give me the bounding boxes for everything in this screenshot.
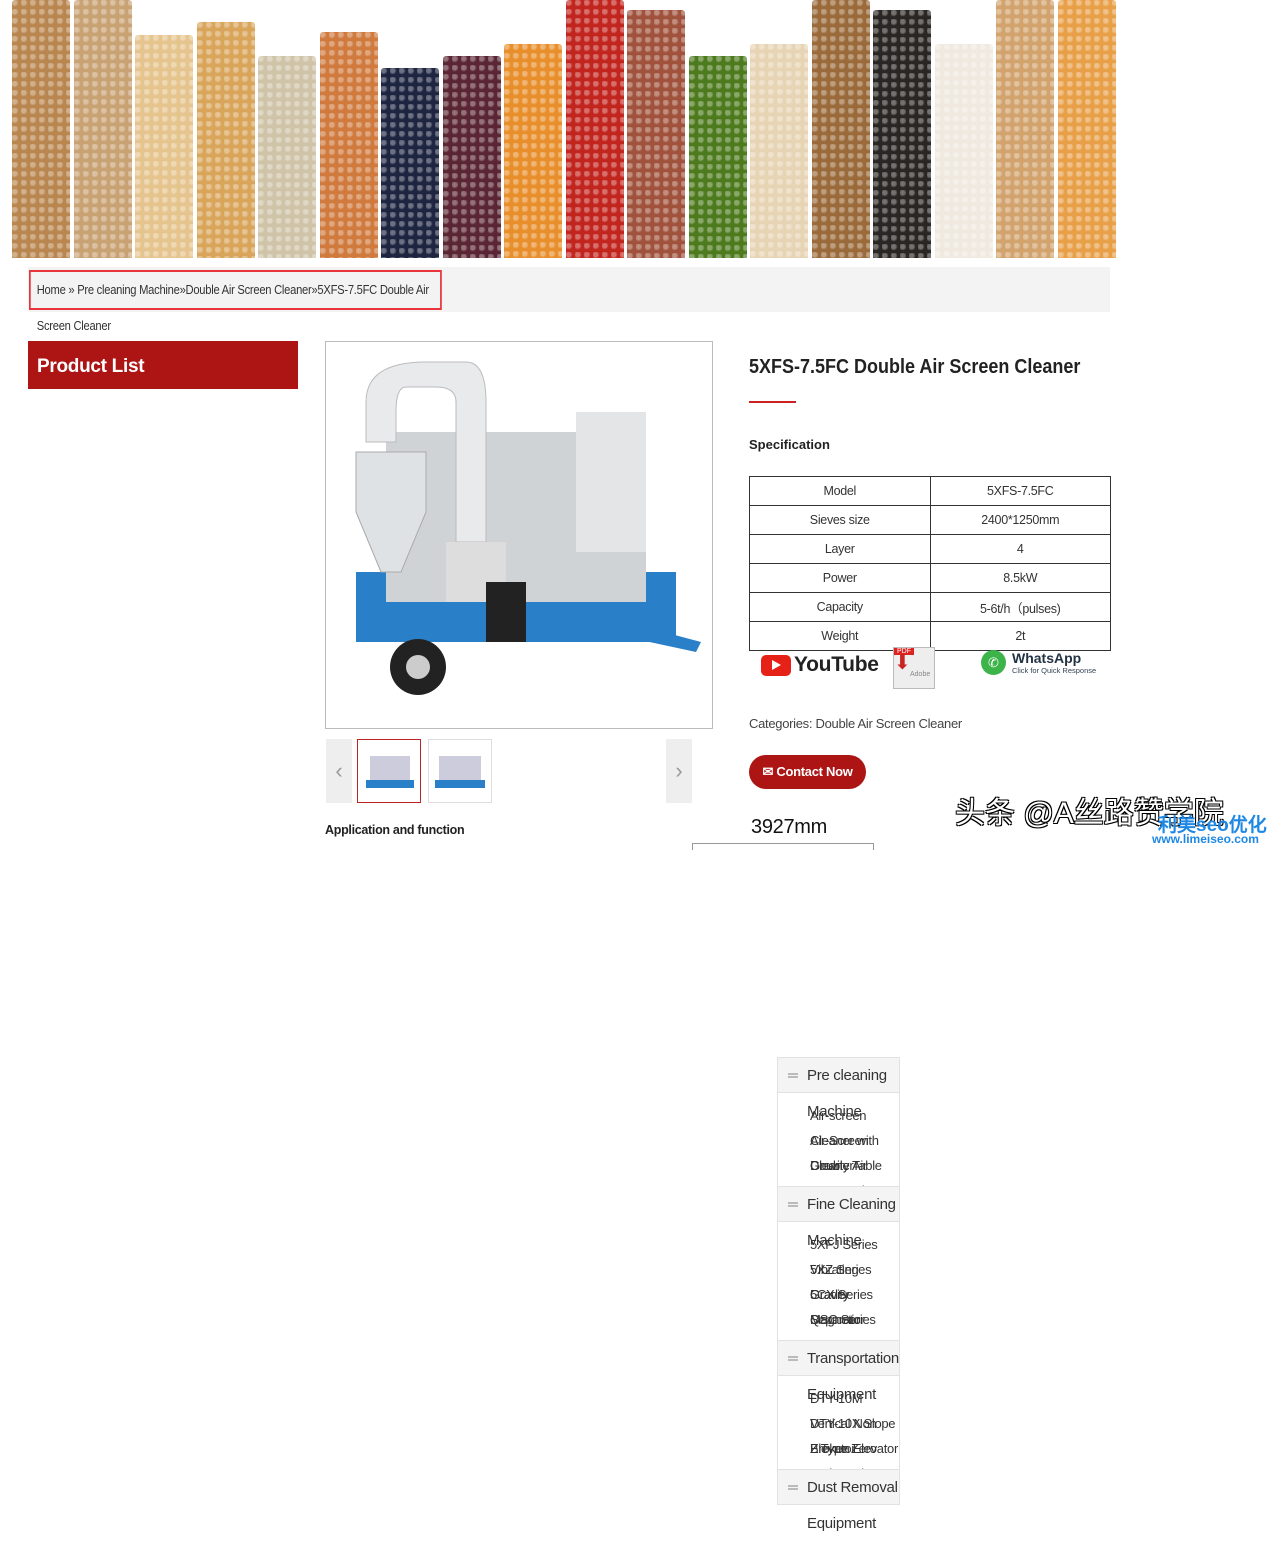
- spec-key: Power: [749, 563, 931, 593]
- sidebar-item[interactable]: Double Air Screen Cleaner: [810, 1153, 899, 1198]
- spec-row: Capacity 5-6t/h（pulses): [749, 592, 1111, 622]
- spec-key: Layer: [749, 534, 931, 564]
- envelope-icon: ✉: [762, 764, 777, 779]
- watermark-url: www.limeiseo.com: [1152, 832, 1259, 846]
- specification-label: Specification: [749, 437, 830, 452]
- grain-column: [196, 22, 255, 258]
- grain-column: [442, 56, 501, 258]
- gallery-next-button[interactable]: ›: [666, 739, 692, 803]
- grain-column: [258, 56, 316, 258]
- spec-row: Power 8.5kW: [749, 563, 1111, 593]
- grain-column: [12, 0, 70, 258]
- whatsapp-sublabel: Click for Quick Response: [1012, 666, 1097, 675]
- gallery-thumbnail[interactable]: [428, 739, 492, 803]
- grain-column: [627, 10, 685, 258]
- sidebar-category[interactable]: Transportation Equipment: [777, 1340, 900, 1403]
- grain-column: [73, 0, 132, 258]
- application-heading: Application and function: [325, 823, 465, 837]
- sidebar-item[interactable]: QSC Series Destoner: [810, 1307, 899, 1352]
- hero-banner-grains: [12, 0, 1122, 258]
- sidebar-category[interactable]: Pre cleaning Machine: [777, 1057, 900, 1120]
- spec-key: Model: [749, 476, 931, 506]
- whatsapp-link[interactable]: ✆ WhatsApp Click for Quick Response: [981, 650, 1096, 675]
- grain-column: [750, 44, 808, 258]
- breadcrumb-item[interactable]: Double Air Screen Cleaner: [186, 282, 312, 297]
- title-divider: [749, 401, 796, 403]
- grain-column: [688, 56, 747, 258]
- youtube-label: YouTube: [794, 653, 879, 676]
- grain-column: [319, 32, 378, 258]
- categories-label: Categories:: [749, 716, 816, 731]
- spec-row: Layer 4: [749, 534, 1111, 564]
- adobe-label: Adobe: [910, 671, 931, 678]
- gallery-thumbnail[interactable]: [357, 739, 421, 803]
- spec-key: Sieves size: [749, 505, 931, 535]
- spec-value: 8.5kW: [929, 563, 1111, 593]
- spec-value: 2t: [929, 621, 1111, 651]
- sidebar-item[interactable]: 5XZ Series Gravity Separator: [810, 1257, 899, 1327]
- sidebar-category[interactable]: Dust Removal Equipment: [777, 1469, 900, 1532]
- product-title: 5XFS-7.5FC Double Air Screen Cleaner: [749, 356, 1081, 378]
- breadcrumb-item[interactable]: Pre cleaning Machine: [77, 282, 180, 297]
- grain-column: [565, 0, 624, 258]
- sidebar-category[interactable]: Fine Cleaning Machine: [777, 1186, 900, 1249]
- grain-column: [381, 68, 439, 258]
- spec-value: 2400*1250mm: [929, 505, 1111, 535]
- whatsapp-icon: ✆: [981, 650, 1006, 675]
- spec-value: 4: [929, 534, 1111, 564]
- whatsapp-label: WhatsApp: [1012, 650, 1082, 666]
- product-main-image[interactable]: [325, 341, 713, 729]
- sidebar-item[interactable]: Air-Screen Cleaner: [810, 1128, 899, 1173]
- grain-column: [135, 35, 193, 258]
- spec-row: Model 5XFS-7.5FC: [749, 476, 1111, 506]
- machine-illustration: [355, 361, 701, 695]
- grain-column: [811, 0, 870, 258]
- breadcrumb-home[interactable]: Home: [37, 282, 66, 297]
- category-link[interactable]: Double Air Screen Cleaner: [816, 716, 963, 731]
- gallery-prev-button[interactable]: ‹: [326, 739, 352, 803]
- youtube-link[interactable]: YouTube: [761, 653, 879, 677]
- product-list-sidebar: Product List Pre cleaning MachineAir-scr…: [28, 341, 900, 1532]
- grain-column: [996, 0, 1054, 258]
- breadcrumb-separator: »: [65, 282, 78, 297]
- sidebar-item[interactable]: DTY-10X Slope Elevator: [810, 1411, 899, 1456]
- breadcrumb: Home » Pre cleaning Machine»Double Air S…: [29, 270, 442, 333]
- spec-row: Sieves size 2400*1250mm: [749, 505, 1111, 535]
- youtube-play-icon: [761, 654, 791, 676]
- dimension-label: 3927mm: [751, 816, 828, 838]
- spec-value: 5-6t/h（pulses): [929, 592, 1111, 622]
- spec-value: 5XFS-7.5FC: [929, 476, 1111, 506]
- spec-key: Capacity: [749, 592, 931, 622]
- grain-column: [934, 44, 993, 258]
- specification-table: Model 5XFS-7.5FC Sieves size 2400*1250mm Lay…: [749, 476, 1111, 651]
- grain-column: [873, 10, 931, 258]
- contact-now-label: Contact Now: [776, 764, 853, 779]
- sidebar-item[interactable]: 5CX Series Magnetic Separator: [810, 1282, 899, 1352]
- sidebar-title: Product List: [28, 341, 298, 389]
- product-categories: Categories: Double Air Screen Cleaner: [749, 716, 962, 731]
- pdf-download-icon[interactable]: PDF ⬇ Adobe: [893, 647, 935, 689]
- contact-now-button[interactable]: ✉ Contact Now: [749, 755, 866, 789]
- grain-column: [1057, 0, 1116, 258]
- grain-column: [504, 44, 562, 258]
